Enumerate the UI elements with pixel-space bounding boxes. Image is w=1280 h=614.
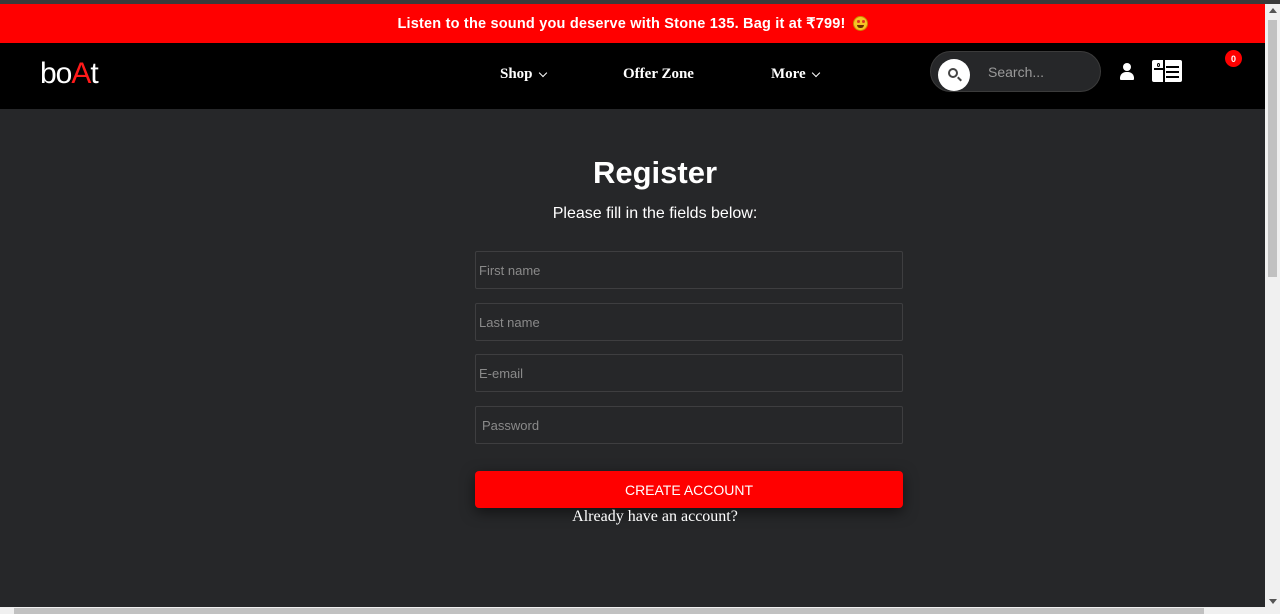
create-account-button[interactable]: CREATE ACCOUNT (475, 471, 903, 508)
nav-item-label: Shop (500, 66, 533, 82)
search-box (930, 51, 1101, 92)
gift-card-line (1166, 76, 1179, 78)
user-icon-body (1120, 72, 1134, 80)
gift-card-line (1166, 66, 1179, 68)
nav-item-offer-zone[interactable]: Offer Zone (623, 66, 694, 83)
logo-text-accent: A (71, 57, 91, 90)
scroll-down-arrow-icon[interactable] (1269, 599, 1277, 604)
gift-card-bow (1157, 63, 1160, 67)
scrollbar-thumb[interactable] (1268, 20, 1277, 277)
announcement-bar[interactable]: Listen to the sound you deserve with Sto… (0, 4, 1265, 43)
chevron-down-icon (538, 68, 547, 77)
announcement-text: Listen to the sound you deserve with Sto… (397, 15, 846, 32)
gift-card-icon[interactable] (1152, 60, 1182, 82)
search-input[interactable] (988, 58, 1093, 86)
password-field[interactable] (475, 406, 903, 444)
page-title: Register (592, 155, 718, 190)
gift-card-ribbon (1154, 68, 1163, 70)
star-struck-emoji-icon (852, 16, 868, 31)
gift-card-divider (1163, 60, 1165, 82)
nav-item-label: Offer Zone (623, 66, 694, 82)
logo-text-suffix: t (90, 57, 98, 90)
register-page: Register Please fill in the fields below… (0, 109, 1265, 607)
email-field[interactable] (475, 354, 903, 392)
login-link[interactable]: Already have an account? (0, 508, 1280, 526)
navbar: boAt Shop Offer Zone More 0 (0, 43, 1265, 109)
user-account-icon[interactable] (1119, 63, 1135, 81)
horizontal-scrollbar[interactable] (0, 607, 1280, 614)
chevron-down-icon (811, 68, 820, 77)
scroll-up-arrow-icon[interactable] (1269, 8, 1277, 13)
logo-text-prefix: bo (40, 57, 72, 90)
nav-item-more[interactable]: More (771, 66, 820, 83)
search-icon-handle (957, 76, 962, 82)
page-subtitle: Please fill in the fields below: (552, 205, 758, 222)
user-icon-head (1123, 63, 1131, 71)
boat-logo[interactable]: boAt (40, 57, 99, 91)
gift-card-line (1166, 71, 1179, 73)
vertical-scrollbar[interactable] (1265, 4, 1280, 607)
scrollbar-thumb[interactable] (14, 608, 1204, 614)
nav-item-label: More (771, 66, 806, 82)
search-button[interactable] (938, 59, 970, 91)
cart-count-badge[interactable]: 0 (1225, 50, 1242, 67)
last-name-field[interactable] (475, 303, 903, 341)
first-name-field[interactable] (475, 251, 903, 289)
nav-item-shop[interactable]: Shop (500, 66, 547, 83)
